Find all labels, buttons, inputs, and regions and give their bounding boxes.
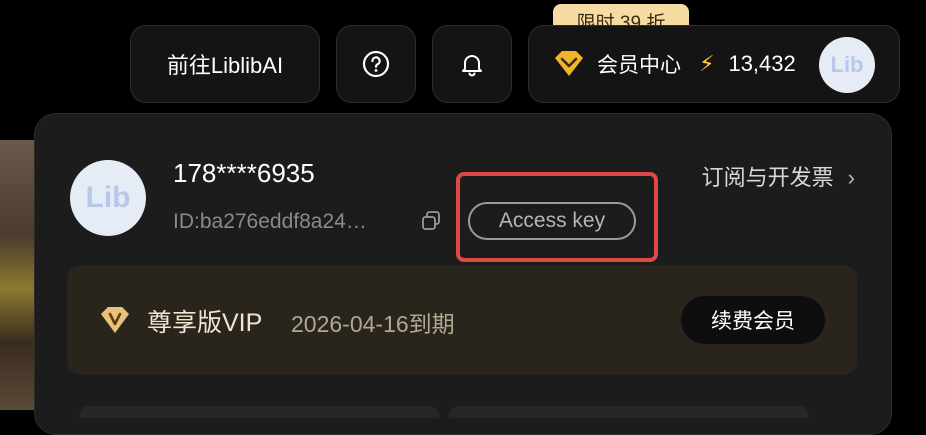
vip-expire-date: 2026-04-16到期 xyxy=(291,311,455,337)
avatar-text: Lib xyxy=(830,52,864,77)
vip-badge-icon xyxy=(101,307,129,333)
vip-card: 尊享版VIP 2026-04-16到期 续费会员 xyxy=(67,265,857,375)
goto-label: 前往LiblibAI xyxy=(166,53,284,78)
vip-plan-name: 尊享版VIP xyxy=(147,309,263,337)
profile-avatar: Lib xyxy=(70,160,146,236)
menu-card-right[interactable] xyxy=(449,406,809,418)
profile-avatar-text: Lib xyxy=(85,181,131,214)
account-dropdown-panel: Lib 178****6935 ID:ba276eddf8a24… Access… xyxy=(34,113,892,435)
bell-icon xyxy=(462,55,482,77)
user-phone: 178****6935 xyxy=(173,158,315,188)
subscription-invoice-link[interactable]: 订阅与开发票 › xyxy=(702,160,855,192)
renew-label: 续费会员 xyxy=(711,310,795,333)
highlight-box xyxy=(456,172,658,262)
goto-liblibai-button[interactable]: 前往LiblibAI xyxy=(130,25,320,103)
user-id: ID:ba276eddf8a24… xyxy=(173,210,367,233)
notification-button[interactable] xyxy=(432,25,512,103)
member-center-bar[interactable]: 会员中心 ⚡ 13,432 Lib xyxy=(528,25,900,103)
help-button[interactable] xyxy=(336,25,416,103)
help-icon xyxy=(362,50,390,78)
member-center-label: 会员中心 xyxy=(597,54,681,77)
chevron-right-icon: › xyxy=(847,165,855,190)
copy-icon[interactable] xyxy=(420,210,442,232)
lightning-icon: ⚡ xyxy=(699,51,715,76)
avatar[interactable]: Lib xyxy=(819,37,875,93)
invoice-label: 订阅与开发票 xyxy=(701,165,834,190)
points-count: 13,432 xyxy=(728,51,796,76)
menu-card-left[interactable] xyxy=(79,406,439,418)
renew-membership-button[interactable]: 续费会员 xyxy=(681,296,825,344)
diamond-icon xyxy=(555,51,583,76)
